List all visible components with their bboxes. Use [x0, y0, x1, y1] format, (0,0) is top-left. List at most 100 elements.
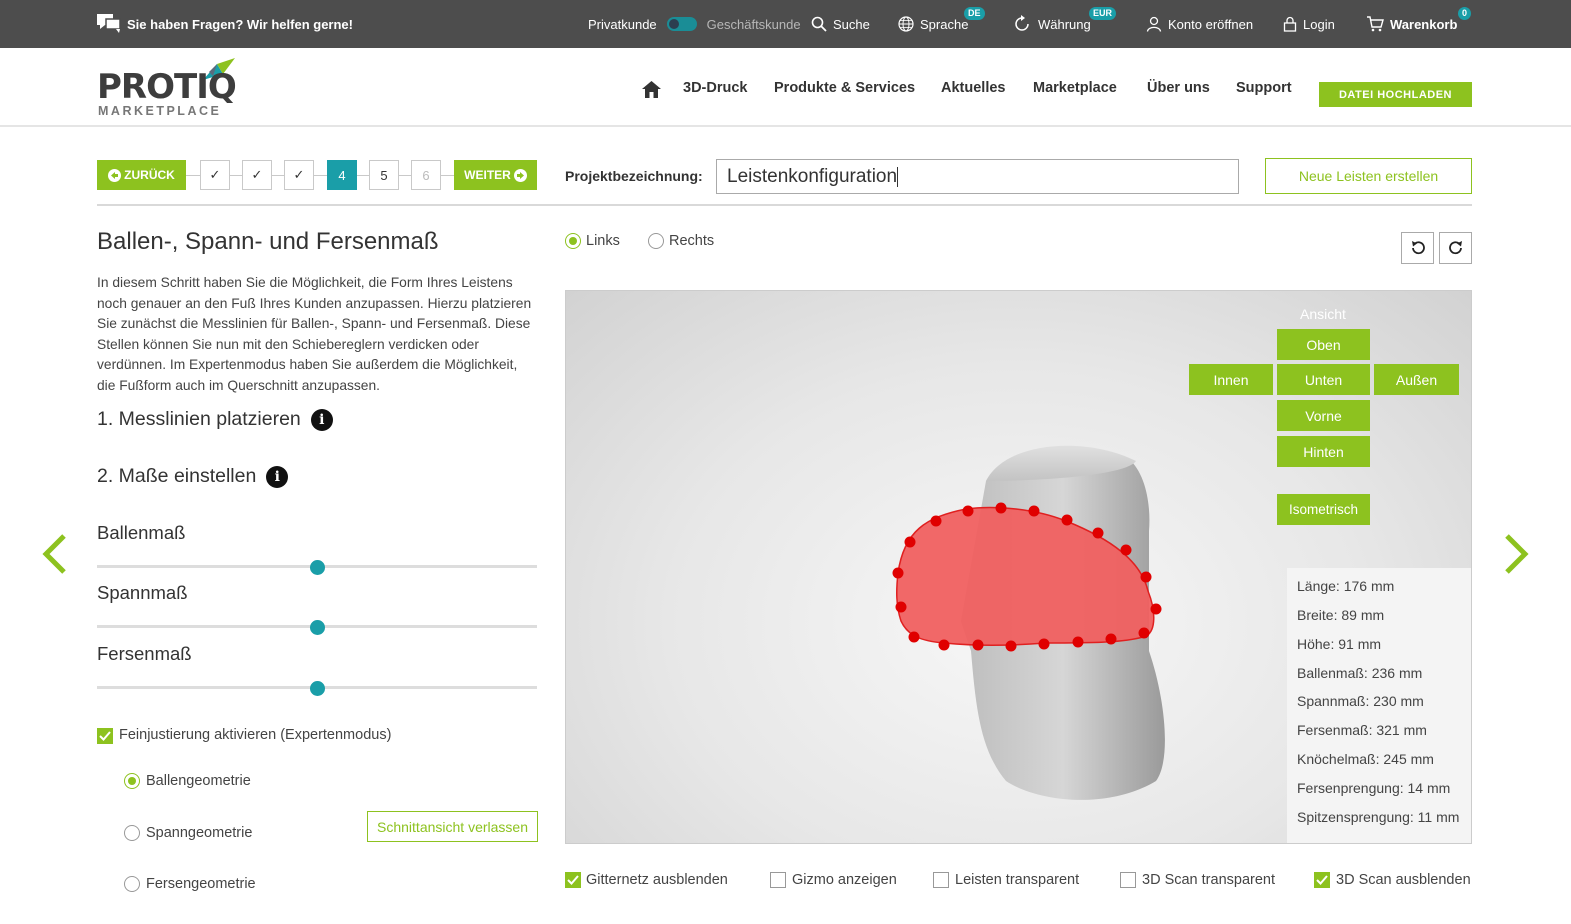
- undo-button[interactable]: [1401, 232, 1434, 264]
- nav-item-support[interactable]: Support: [1236, 48, 1292, 127]
- currency-link[interactable]: Währung: [1012, 0, 1091, 48]
- stat-ankle: Knöchelmaß: 245 mm: [1297, 751, 1434, 767]
- view-bottom-button[interactable]: Unten: [1277, 364, 1370, 395]
- step-connector: [399, 175, 411, 176]
- home-icon[interactable]: [642, 81, 661, 98]
- step-5[interactable]: 5: [369, 160, 399, 190]
- customer-toggle[interactable]: Privatkunde Geschäftskunde: [588, 0, 801, 48]
- nav-item-about[interactable]: Über uns: [1147, 48, 1210, 127]
- 3d-viewer[interactable]: Ansicht Oben Innen Unten Außen Vorne Hin…: [565, 290, 1472, 844]
- expert-mode-checkbox[interactable]: [97, 728, 113, 744]
- view-inside-button[interactable]: Innen: [1189, 364, 1273, 395]
- nav-item-marketplace[interactable]: Marketplace: [1033, 48, 1117, 127]
- info-icon[interactable]: i: [266, 465, 289, 488]
- nav-item-products[interactable]: Produkte & Services: [774, 48, 915, 127]
- stat-ball: Ballenmaß: 236 mm: [1297, 665, 1423, 681]
- instep-slider-thumb[interactable]: [310, 620, 325, 635]
- nav-label: Produkte & Services: [774, 79, 916, 96]
- view-front-button[interactable]: Vorne: [1277, 400, 1370, 431]
- stat-height: Höhe: 91 mm: [1297, 636, 1382, 652]
- currency-badge: EUR: [1089, 7, 1117, 20]
- project-name-value: Leistenkonfiguration: [727, 165, 898, 187]
- view-top-button[interactable]: Oben: [1277, 329, 1370, 360]
- step1-label: 1. Messlinien platzieren: [97, 408, 301, 430]
- lock-icon: [1283, 16, 1297, 32]
- undo-icon: [1411, 241, 1425, 255]
- instep-geometry-radio[interactable]: [124, 825, 140, 841]
- step-2[interactable]: ✓: [242, 160, 272, 190]
- login-link[interactable]: Login: [1283, 0, 1335, 48]
- scan-transparent-checkbox[interactable]: [1120, 872, 1136, 888]
- info-icon[interactable]: i: [310, 408, 333, 431]
- ball-slider-thumb[interactable]: [310, 560, 325, 575]
- private-label: Privatkunde: [588, 16, 657, 32]
- stat-length: Länge: 176 mm: [1297, 578, 1395, 594]
- business-label: Geschäftskunde: [706, 16, 801, 32]
- ball-slider-label: Ballenmaß: [97, 522, 186, 543]
- back-button[interactable]: ZURÜCK: [97, 160, 186, 190]
- view-isometric-button[interactable]: Isometrisch: [1277, 494, 1370, 525]
- register-link[interactable]: Konto eröffnen: [1146, 0, 1253, 48]
- user-icon: [1146, 16, 1162, 32]
- step-1[interactable]: ✓: [200, 160, 230, 190]
- nav-label: Über uns: [1147, 79, 1210, 96]
- arrow-right-circle-icon: [513, 168, 527, 182]
- heel-slider-thumb[interactable]: [310, 681, 325, 696]
- language-link[interactable]: Sprache: [898, 0, 968, 48]
- step-4[interactable]: 4: [327, 160, 357, 190]
- nav-item-3d-druck[interactable]: 3D-Druck: [683, 48, 747, 127]
- currency-label: Währung: [1038, 16, 1091, 32]
- step-connector: [272, 175, 284, 176]
- step-connector: [441, 175, 454, 176]
- instep-slider-label: Spannmaß: [97, 582, 188, 603]
- customer-switch[interactable]: [666, 17, 697, 31]
- nav-label: Support: [1236, 79, 1292, 96]
- left-foot-radio[interactable]: [565, 233, 581, 249]
- nav-label: 3D-Druck: [683, 79, 748, 96]
- redo-icon: [1448, 241, 1462, 255]
- show-gizmo-checkbox[interactable]: [770, 872, 786, 888]
- stat-heel: Fersenmaß: 321 mm: [1297, 722, 1427, 738]
- stat-toe-spring: Spitzensprengung: 11 mm: [1297, 809, 1460, 825]
- ball-geometry-radio[interactable]: [124, 773, 140, 789]
- scan-transparent-label: 3D Scan transparent: [1142, 872, 1275, 888]
- heel-geometry-radio[interactable]: [124, 876, 140, 892]
- project-name-input[interactable]: Leistenkonfiguration: [716, 159, 1239, 194]
- search-label: Suche: [833, 16, 870, 32]
- view-back-button[interactable]: Hinten: [1277, 436, 1370, 467]
- view-title: Ansicht: [1300, 306, 1346, 322]
- chevron-right-icon[interactable]: [1503, 532, 1531, 576]
- next-button[interactable]: WEITER: [454, 160, 537, 190]
- hide-scan-label: 3D Scan ausblenden: [1336, 872, 1471, 888]
- text-cursor: [897, 166, 899, 187]
- chevron-left-icon[interactable]: [40, 532, 68, 576]
- cart-link[interactable]: Warenkorb: [1366, 0, 1457, 48]
- logo[interactable]: PROTIQ MARKETPLACE: [97, 56, 237, 118]
- check-icon: [99, 731, 111, 741]
- view-outside-button[interactable]: Außen: [1374, 364, 1459, 395]
- leave-section-view-button[interactable]: Schnittansicht verlassen: [367, 811, 538, 842]
- hide-grid-checkbox[interactable]: [565, 872, 581, 888]
- language-label: Sprache: [920, 16, 969, 32]
- last-transparent-label: Leisten transparent: [955, 872, 1080, 888]
- new-last-button[interactable]: Neue Leisten erstellen: [1265, 158, 1472, 194]
- expert-mode-label: Feinjustierung aktivieren (Expertenmodus…: [119, 727, 392, 743]
- nav-item-news[interactable]: Aktuelles: [941, 48, 1005, 127]
- main-header: PROTIQ MARKETPLACE 3D-Druck Produkte & S…: [0, 48, 1571, 127]
- cart-icon: [1367, 16, 1384, 32]
- nav-label: Marketplace: [1033, 79, 1117, 96]
- upload-file-button[interactable]: DATEI HOCHLADEN: [1319, 82, 1472, 107]
- search-link[interactable]: Suche: [811, 0, 870, 48]
- check-icon: [1316, 875, 1328, 885]
- step-3[interactable]: ✓: [284, 160, 314, 190]
- right-foot-radio[interactable]: [648, 233, 664, 249]
- help-link[interactable]: Sie haben Fragen? Wir helfen gerne!: [97, 0, 353, 48]
- next-label: WEITER: [464, 168, 511, 182]
- stat-instep: Spannmaß: 230 mm: [1297, 693, 1424, 709]
- last-transparent-checkbox[interactable]: [933, 872, 949, 888]
- foot-last-model[interactable]: [566, 291, 1286, 844]
- page-title: Ballen-, Spann- und Fersenmaß: [97, 228, 439, 255]
- refresh-icon: [1015, 15, 1029, 31]
- redo-button[interactable]: [1439, 232, 1472, 264]
- hide-scan-checkbox[interactable]: [1314, 872, 1330, 888]
